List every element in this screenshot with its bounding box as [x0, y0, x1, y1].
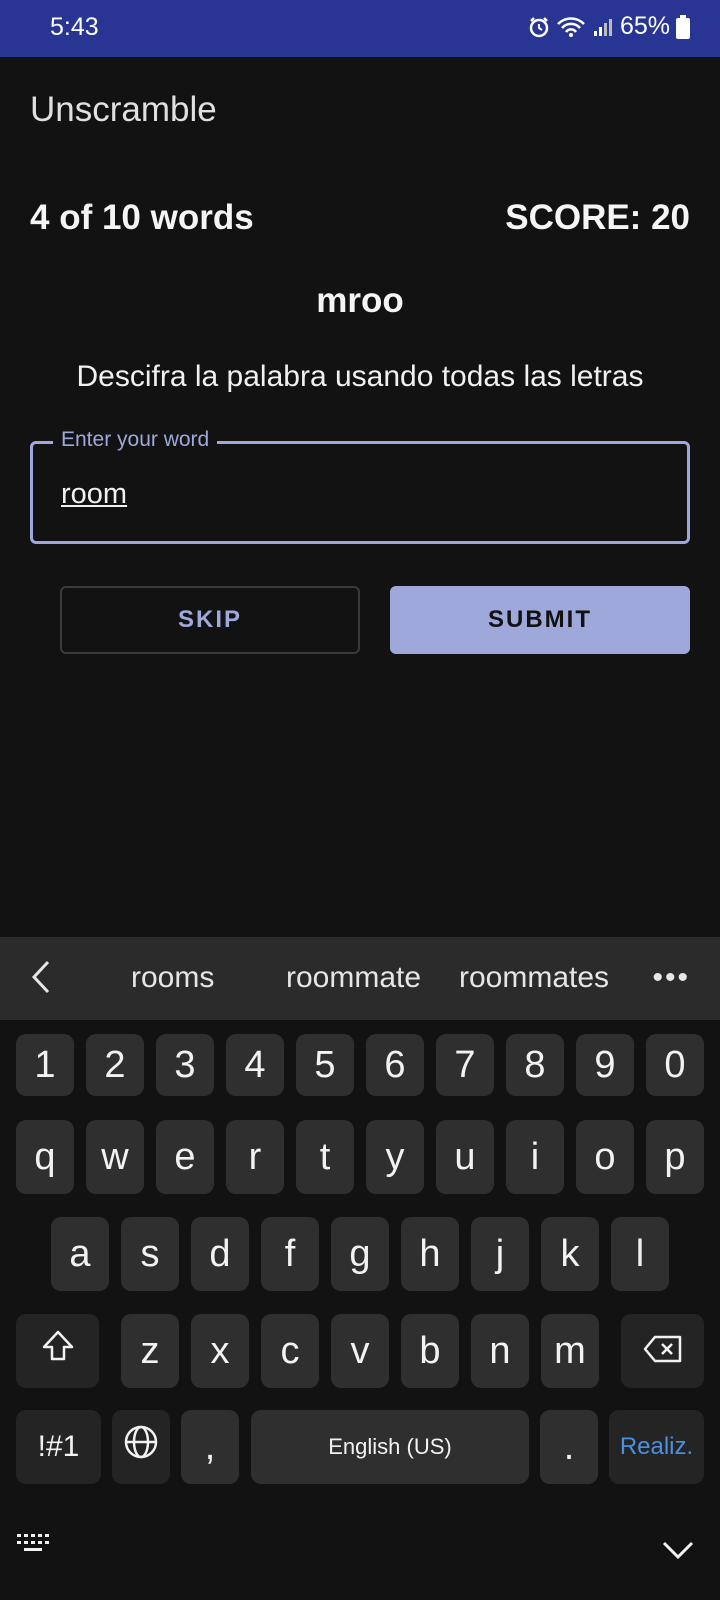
key-q[interactable]: q: [16, 1120, 74, 1194]
symbols-key[interactable]: !#1: [16, 1410, 101, 1484]
key-v[interactable]: v: [331, 1314, 389, 1388]
alarm-icon: [528, 16, 550, 38]
submit-button[interactable]: SUBMIT: [390, 586, 690, 654]
keyboard-switch-icon[interactable]: [16, 1532, 50, 1559]
key-c[interactable]: c: [261, 1314, 319, 1388]
backspace-icon: [643, 1330, 683, 1373]
word-count: 4 of 10 words: [30, 198, 254, 237]
key-2[interactable]: 2: [86, 1034, 144, 1096]
comma-key[interactable]: ,: [181, 1410, 239, 1484]
key-y[interactable]: y: [366, 1120, 424, 1194]
keyboard-suggestion-bar: rooms roommate roommates •••: [0, 937, 720, 1020]
key-k[interactable]: k: [541, 1217, 599, 1291]
app-title: Unscramble: [30, 90, 217, 129]
hide-keyboard-icon[interactable]: [662, 1540, 694, 1565]
battery-icon: [676, 14, 690, 39]
key-b[interactable]: b: [401, 1314, 459, 1388]
word-input-label: Enter your word: [53, 428, 218, 452]
word-input-value[interactable]: room: [61, 478, 127, 511]
done-key[interactable]: Realiz.: [609, 1410, 704, 1484]
suggestion-3[interactable]: roommates: [459, 961, 609, 995]
key-7[interactable]: 7: [436, 1034, 494, 1096]
key-3[interactable]: 3: [156, 1034, 214, 1096]
key-4[interactable]: 4: [226, 1034, 284, 1096]
key-l[interactable]: l: [611, 1217, 669, 1291]
chevron-left-icon[interactable]: [30, 959, 52, 1000]
key-n[interactable]: n: [471, 1314, 529, 1388]
key-w[interactable]: w: [86, 1120, 144, 1194]
keyboard: 1 2 3 4 5 6 7 8 9 0 q w e r t y u i o p …: [0, 1020, 720, 1600]
suggestion-2[interactable]: roommate: [286, 961, 421, 995]
key-0[interactable]: 0: [646, 1034, 704, 1096]
status-time: 5:43: [50, 13, 99, 41]
key-s[interactable]: s: [121, 1217, 179, 1291]
key-f[interactable]: f: [261, 1217, 319, 1291]
key-z[interactable]: z: [121, 1314, 179, 1388]
key-u[interactable]: u: [436, 1120, 494, 1194]
key-m[interactable]: m: [541, 1314, 599, 1388]
shift-key[interactable]: [16, 1314, 99, 1388]
key-x[interactable]: x: [191, 1314, 249, 1388]
language-key[interactable]: [112, 1410, 170, 1484]
key-8[interactable]: 8: [506, 1034, 564, 1096]
key-p[interactable]: p: [646, 1120, 704, 1194]
shift-icon: [41, 1329, 75, 1373]
key-a[interactable]: a: [51, 1217, 109, 1291]
status-bar: 5:43 65%: [0, 0, 720, 57]
space-bar[interactable]: English (US): [251, 1410, 529, 1484]
key-1[interactable]: 1: [16, 1034, 74, 1096]
score: SCORE: 20: [505, 198, 690, 237]
key-g[interactable]: g: [331, 1217, 389, 1291]
battery-percent: 65%: [619, 12, 670, 40]
key-t[interactable]: t: [296, 1120, 354, 1194]
globe-icon: [123, 1424, 159, 1470]
wifi-icon: [556, 16, 586, 38]
key-r[interactable]: r: [226, 1120, 284, 1194]
key-h[interactable]: h: [401, 1217, 459, 1291]
key-6[interactable]: 6: [366, 1034, 424, 1096]
key-e[interactable]: e: [156, 1120, 214, 1194]
skip-button[interactable]: SKIP: [60, 586, 360, 654]
period-key[interactable]: .: [540, 1410, 598, 1484]
key-o[interactable]: o: [576, 1120, 634, 1194]
more-options-icon[interactable]: •••: [652, 961, 690, 995]
key-i[interactable]: i: [506, 1120, 564, 1194]
signal-icon: [592, 16, 614, 38]
status-icons: 65%: [528, 12, 690, 41]
word-input-field[interactable]: Enter your word room: [30, 428, 690, 544]
key-5[interactable]: 5: [296, 1034, 354, 1096]
backspace-key[interactable]: [621, 1314, 704, 1388]
scrambled-word: mroo: [316, 281, 404, 320]
key-j[interactable]: j: [471, 1217, 529, 1291]
instructions: Descifra la palabra usando todas las let…: [76, 360, 644, 393]
key-9[interactable]: 9: [576, 1034, 634, 1096]
suggestion-1[interactable]: rooms: [131, 961, 214, 995]
key-d[interactable]: d: [191, 1217, 249, 1291]
